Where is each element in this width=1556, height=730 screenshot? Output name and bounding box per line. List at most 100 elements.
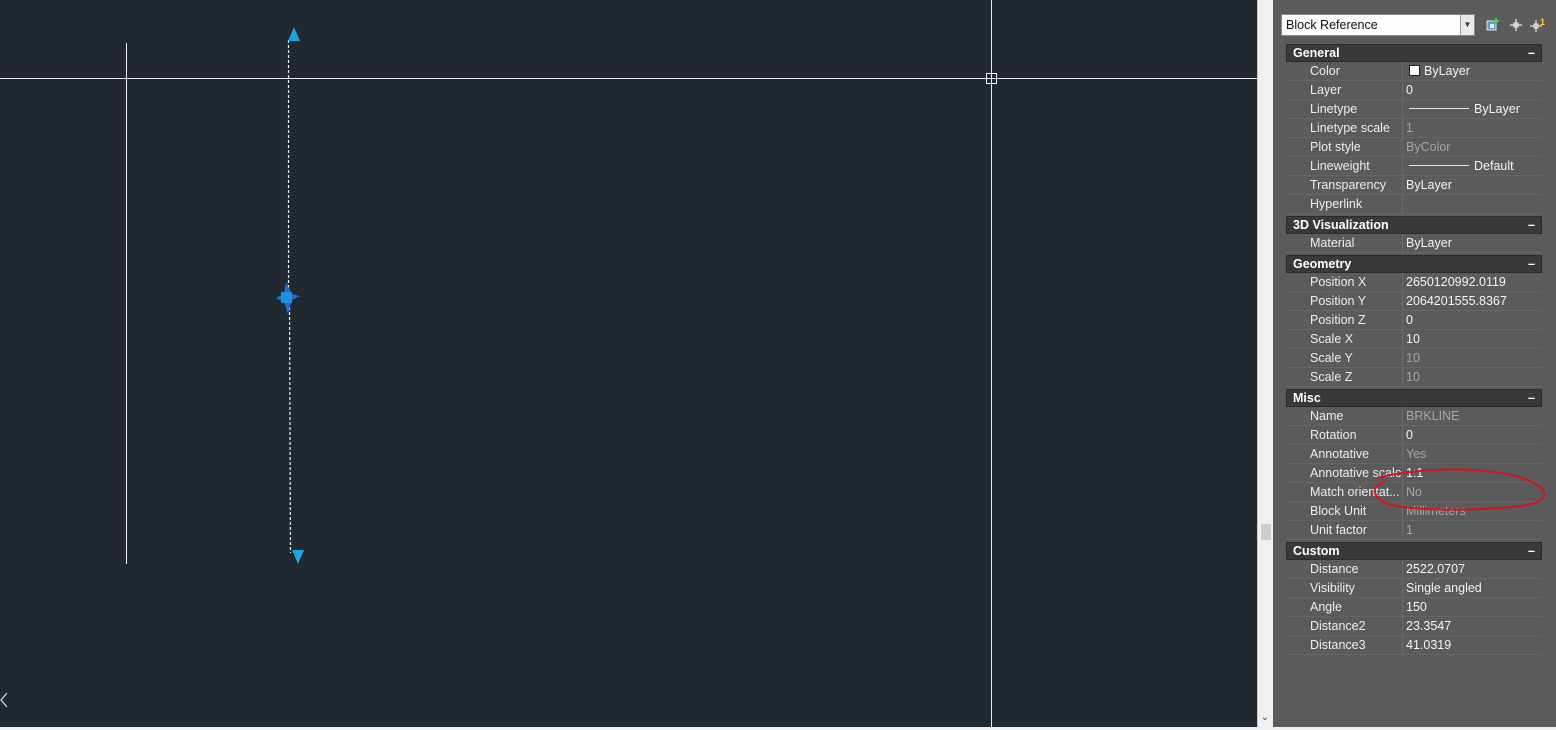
property-value-cell[interactable]: ByLayer [1403, 62, 1542, 80]
row-gutter [1286, 579, 1302, 597]
property-row[interactable]: Position X 2650120992.0119 [1286, 273, 1542, 292]
property-value: ByLayer [1406, 236, 1452, 250]
property-value-cell[interactable]: ByLayer [1403, 176, 1542, 194]
property-name: Visibility [1302, 579, 1403, 597]
canvas-vertical-scrollbar[interactable] [1257, 0, 1273, 727]
row-gutter [1286, 598, 1302, 616]
row-gutter [1286, 368, 1302, 386]
scroll-down-arrow-icon[interactable]: ⌄ [1259, 711, 1271, 725]
category-header-geometry[interactable]: Geometry – [1286, 255, 1542, 273]
property-value-cell[interactable]: 41.0319 [1403, 636, 1542, 654]
property-row[interactable]: Rotation 0 [1286, 426, 1542, 445]
property-row[interactable]: Transparency ByLayer [1286, 176, 1542, 195]
category-header-misc[interactable]: Misc – [1286, 389, 1542, 407]
property-value-cell[interactable]: 0 [1403, 426, 1542, 444]
quick-select-icon[interactable] [1483, 15, 1503, 35]
drawing-canvas[interactable] [0, 0, 1257, 727]
property-row[interactable]: Distance3 41.0319 [1286, 636, 1542, 655]
row-gutter [1286, 195, 1302, 213]
property-value-cell[interactable]: 0 [1403, 81, 1542, 99]
property-row[interactable]: Linetype ByLayer [1286, 100, 1542, 119]
property-value-cell: BRKLINE [1403, 407, 1542, 425]
property-name: Position Y [1302, 292, 1403, 310]
property-row[interactable]: Hyperlink [1286, 195, 1542, 214]
row-gutter [1286, 81, 1302, 99]
row-gutter [1286, 464, 1302, 482]
category-header-custom[interactable]: Custom – [1286, 542, 1542, 560]
property-row[interactable]: Annotative scale 1:1 [1286, 464, 1542, 483]
color-swatch [1409, 65, 1420, 76]
property-name: Hyperlink [1302, 195, 1403, 213]
drawing-svg [0, 0, 1257, 727]
stretch-grip-top[interactable] [288, 27, 300, 41]
property-value-cell[interactable]: 0 [1403, 311, 1542, 329]
row-gutter [1286, 311, 1302, 329]
property-name: Rotation [1302, 426, 1403, 444]
property-row[interactable]: Color ByLayer [1286, 62, 1542, 81]
collapse-icon[interactable]: – [1528, 390, 1535, 406]
chevron-down-icon[interactable]: ▼ [1460, 15, 1474, 35]
property-row[interactable]: Block Unit Millimeters [1286, 502, 1542, 521]
collapse-icon[interactable]: – [1528, 217, 1535, 233]
property-row[interactable]: Scale Z 10 [1286, 368, 1542, 387]
property-row[interactable]: Scale X 10 [1286, 330, 1542, 349]
property-row[interactable]: Angle 150 [1286, 598, 1542, 617]
select-objects-icon[interactable] [1506, 15, 1526, 35]
stretch-grip-bottom[interactable] [292, 550, 304, 564]
toggle-pickadd-icon[interactable]: 1 [1529, 15, 1549, 35]
property-name: Distance3 [1302, 636, 1403, 654]
property-row[interactable]: Unit factor 1 [1286, 521, 1542, 540]
insertion-grip[interactable] [276, 282, 300, 314]
property-row[interactable]: Visibility Single angled [1286, 579, 1542, 598]
property-value: 1 [1406, 523, 1413, 537]
property-row[interactable]: Position Z0 [1286, 311, 1542, 330]
category-header-3d-visualization[interactable]: 3D Visualization – [1286, 216, 1542, 234]
property-value-cell[interactable]: ByLayer [1403, 100, 1542, 118]
property-row[interactable]: Plot style ByColor [1286, 138, 1542, 157]
object-type-dropdown[interactable]: Block Reference ▼ [1281, 14, 1475, 36]
property-row[interactable]: Distance2 23.3547 [1286, 617, 1542, 636]
property-row[interactable]: Position Y 2064201555.8367 [1286, 292, 1542, 311]
category-title: Custom [1293, 544, 1340, 558]
selected-breakline-lower[interactable] [288, 301, 292, 554]
property-row[interactable]: Linetype scale 1 [1286, 119, 1542, 138]
property-value-cell[interactable]: 2522.0707 [1403, 560, 1542, 578]
property-name: Position X [1302, 273, 1403, 291]
property-name: Scale Z [1302, 368, 1403, 386]
collapse-icon[interactable]: – [1528, 256, 1535, 272]
palette-toolbar: Block Reference ▼ 1 [1281, 14, 1551, 38]
property-value-cell[interactable]: 23.3547 [1403, 617, 1542, 635]
property-row[interactable]: Material ByLayer [1286, 234, 1542, 253]
base-point-grip[interactable] [281, 292, 292, 303]
property-value-cell[interactable]: 1:1 [1403, 464, 1542, 482]
property-row[interactable]: Scale Y 10 [1286, 349, 1542, 368]
property-value: 0 [1406, 428, 1413, 442]
property-row[interactable]: Annotative Yes [1286, 445, 1542, 464]
property-row[interactable]: Lineweight Default [1286, 157, 1542, 176]
property-value-cell[interactable]: Single angled [1403, 579, 1542, 597]
property-value-cell: 1 [1403, 521, 1542, 539]
property-value-cell[interactable]: 150 [1403, 598, 1542, 616]
line-preview [1409, 165, 1469, 166]
property-name: Annotative [1302, 445, 1403, 463]
scrollbar-thumb[interactable] [1261, 524, 1271, 540]
property-value-cell[interactable]: 2650120992.0119 [1403, 273, 1542, 291]
property-value-cell[interactable]: 10 [1403, 330, 1542, 348]
property-value-cell[interactable]: Default [1403, 157, 1542, 175]
category-header-general[interactable]: General – [1286, 44, 1542, 62]
row-gutter [1286, 273, 1302, 291]
row-gutter [1286, 445, 1302, 463]
property-row[interactable]: Layer 0 [1286, 81, 1542, 100]
collapse-icon[interactable]: – [1528, 45, 1535, 61]
property-row[interactable]: Name BRKLINE [1286, 407, 1542, 426]
property-value-cell[interactable] [1403, 195, 1542, 213]
property-value: Default [1474, 159, 1514, 173]
row-gutter [1286, 330, 1302, 348]
property-value-cell[interactable]: ByLayer [1403, 234, 1542, 252]
property-row[interactable]: Distance 2522.0707 [1286, 560, 1542, 579]
property-name: Scale X [1302, 330, 1403, 348]
collapse-icon[interactable]: – [1528, 543, 1535, 559]
property-row[interactable]: Match orientat... No [1286, 483, 1542, 502]
collapse-chevron-icon[interactable] [0, 692, 8, 708]
property-value-cell[interactable]: 2064201555.8367 [1403, 292, 1542, 310]
